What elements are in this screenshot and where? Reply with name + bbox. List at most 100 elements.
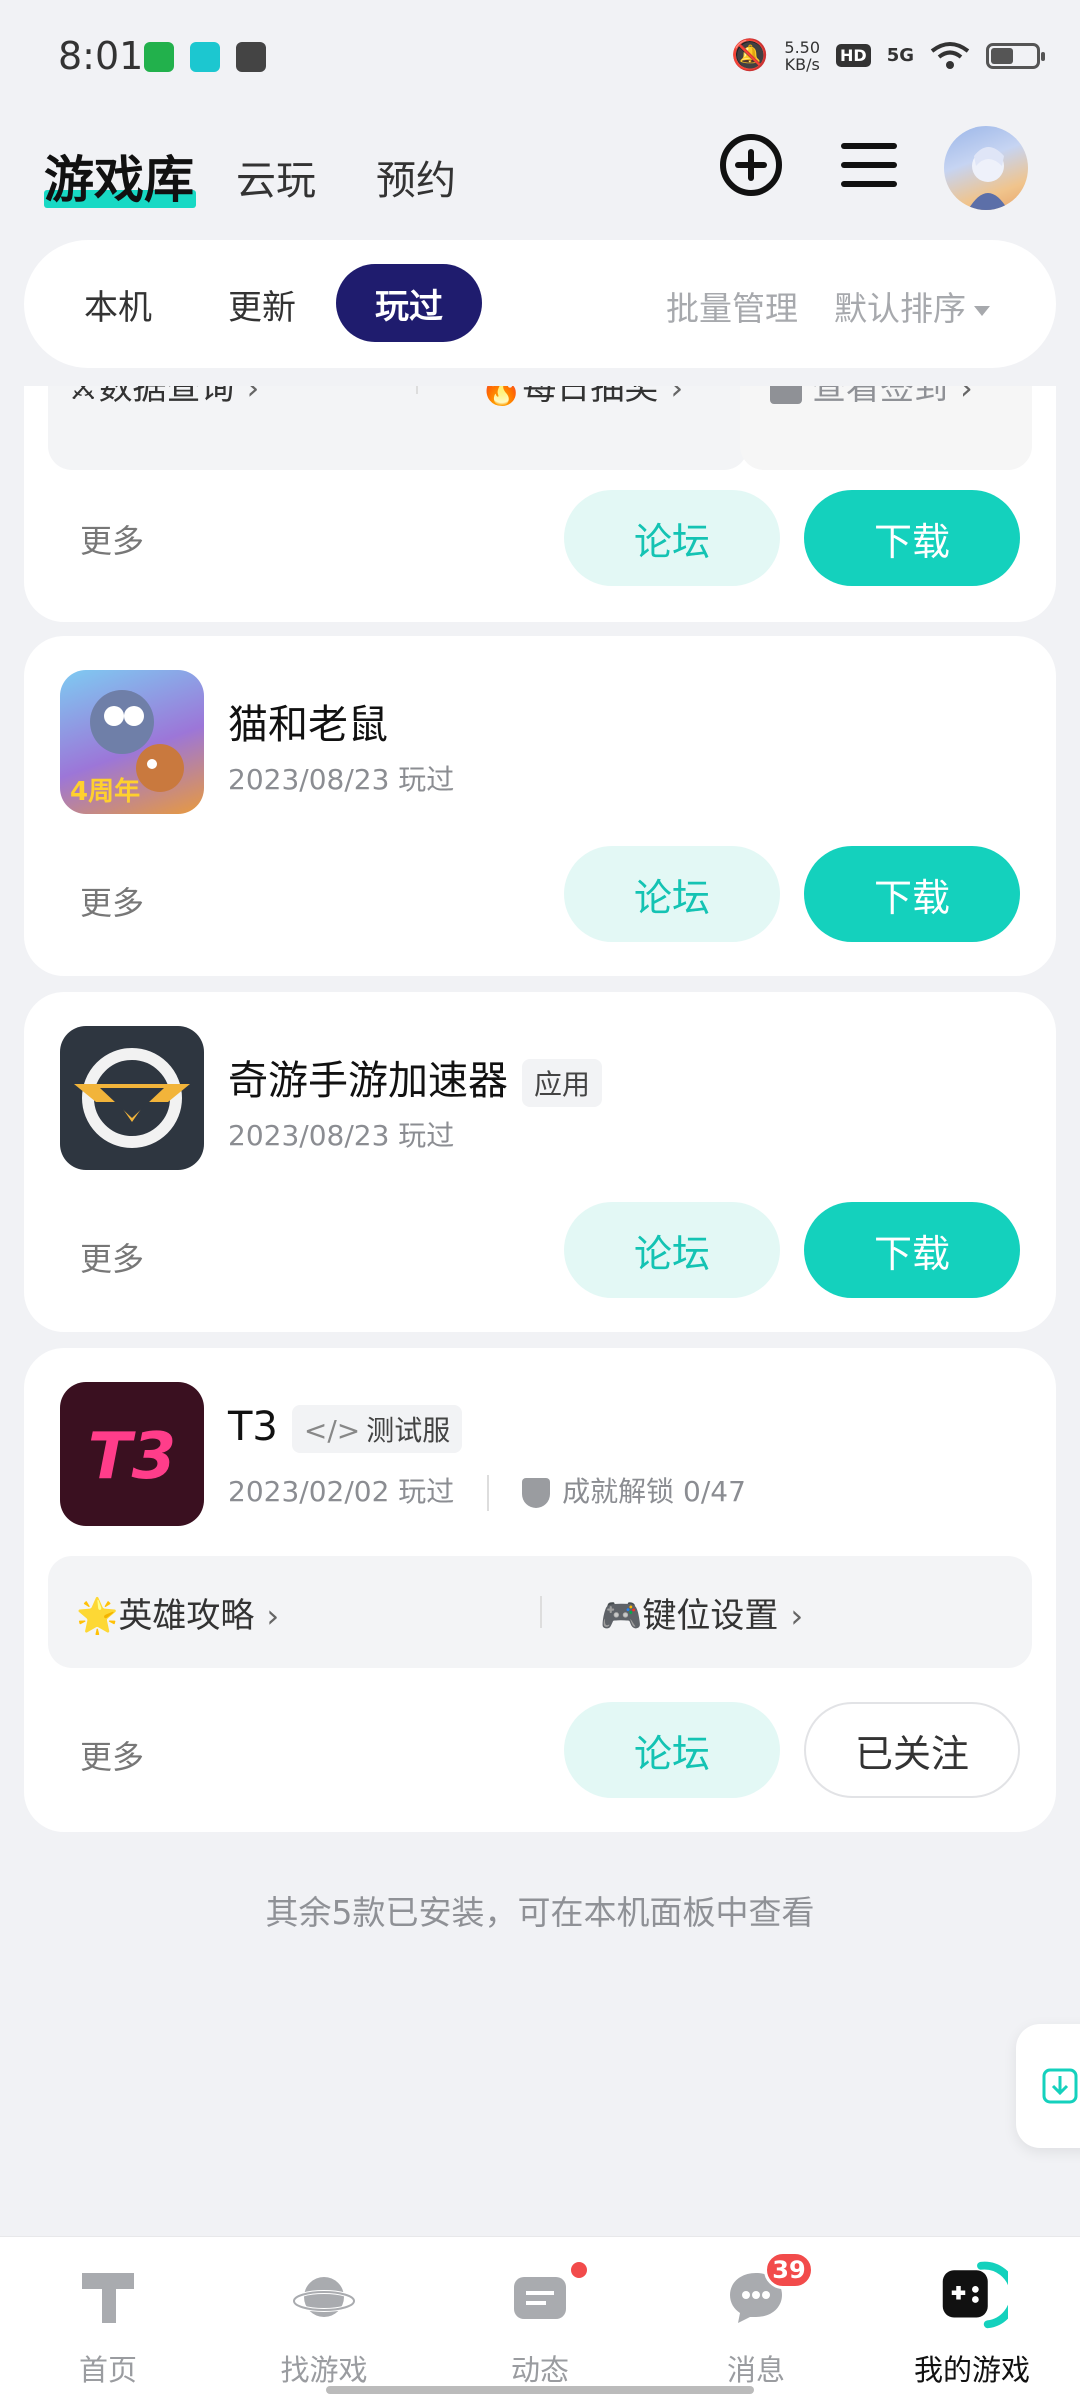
gamepad-icon bbox=[942, 2261, 1008, 2329]
avatar[interactable] bbox=[944, 126, 1028, 210]
nav-find-games[interactable]: 找游戏 bbox=[216, 2237, 432, 2400]
following-button[interactable]: 已关注 bbox=[804, 1702, 1020, 1798]
feed-icon bbox=[514, 2277, 566, 2319]
game-card: 奇游手游加速器 应用 2023/08/23 玩过 更多 论坛 下载 bbox=[24, 992, 1056, 1332]
nav-label: 消息 bbox=[726, 2353, 785, 2387]
more-button[interactable]: 更多 bbox=[80, 878, 144, 924]
page-title[interactable]: 游戏库 bbox=[44, 140, 194, 212]
subtab-bar: 本机 更新 玩过 批量管理 默认排序 bbox=[24, 240, 1056, 368]
status-time: 8:01 bbox=[58, 34, 144, 78]
achievement-progress: 成就解锁 0/47 bbox=[562, 1475, 746, 1508]
tab-cloud-play[interactable]: 云玩 bbox=[236, 148, 316, 206]
nav-my-games[interactable]: 我的游戏 bbox=[864, 2237, 1080, 2400]
mute-bell-icon: 🔕 bbox=[731, 38, 769, 73]
subtab-played[interactable]: 玩过 bbox=[336, 264, 482, 342]
game-title[interactable]: 奇游手游加速器 应用 bbox=[228, 1048, 603, 1107]
swords-icon: ⚔ bbox=[68, 386, 99, 408]
forum-button[interactable]: 论坛 bbox=[564, 1702, 780, 1798]
wifi-icon bbox=[930, 41, 970, 69]
anniversary-badge: 4周年 bbox=[70, 776, 140, 807]
home-tap-icon bbox=[82, 2273, 134, 2323]
nav-label: 动态 bbox=[510, 2353, 569, 2387]
more-button[interactable]: 更多 bbox=[80, 1234, 144, 1280]
game-card: T3 T3 </> 测试服 2023/02/02 玩过 成就解锁 0/47 🌟英雄攻… bbox=[24, 1348, 1056, 1832]
star-icon: 🌟 bbox=[76, 1596, 119, 1636]
game-title-text: 奇游手游加速器 bbox=[228, 1058, 508, 1104]
sort-dropdown[interactable]: 默认排序 bbox=[834, 282, 990, 330]
quick-action-row-right: 查看签到 › bbox=[740, 386, 1032, 470]
played-date: 2023/08/23 玩过 bbox=[228, 763, 455, 796]
installed-games-note: 其余5款已安装，可在本机面板中查看 bbox=[265, 1893, 815, 1932]
data-query-link[interactable]: ⚔数据查询 › bbox=[68, 386, 259, 409]
forum-button[interactable]: 论坛 bbox=[564, 846, 780, 942]
floating-download-button[interactable] bbox=[1016, 2024, 1080, 2148]
chevron-right-icon: › bbox=[790, 1597, 804, 1635]
divider bbox=[416, 386, 418, 394]
qiyou-accelerator-icon[interactable] bbox=[60, 1026, 204, 1170]
chevron-right-icon: › bbox=[670, 386, 684, 407]
chevron-right-icon: › bbox=[266, 1597, 280, 1635]
key-mapping-link[interactable]: 🎮键位设置 › bbox=[600, 1588, 803, 1637]
nav-home[interactable]: 首页 bbox=[0, 2237, 216, 2400]
check-in-link[interactable]: 查看签到 › bbox=[770, 386, 973, 409]
hd-icon: HD bbox=[836, 44, 871, 67]
download-tray-icon bbox=[1042, 2068, 1078, 2104]
chevron-right-icon: › bbox=[960, 386, 973, 407]
seven-app-icon bbox=[144, 42, 174, 72]
game-title[interactable]: T3 </> 测试服 bbox=[228, 1404, 463, 1453]
planet-icon bbox=[292, 2277, 356, 2317]
app-tag: 应用 bbox=[522, 1059, 603, 1107]
hero-guide-link[interactable]: 🌟英雄攻略 › bbox=[76, 1588, 279, 1637]
sort-label: 默认排序 bbox=[834, 289, 966, 328]
daily-lottery-link[interactable]: 🔥每日抽奖 › bbox=[480, 386, 683, 409]
fire-icon: 🔥 bbox=[480, 386, 523, 408]
nav-feed[interactable]: 动态 bbox=[432, 2237, 648, 2400]
quick-action-row: 🌟英雄攻略 › 🎮键位设置 › bbox=[48, 1556, 1032, 1668]
menu-icon[interactable] bbox=[836, 132, 902, 198]
tab-reservation[interactable]: 预约 bbox=[376, 148, 456, 206]
network-speed: 5.50 KB/s bbox=[784, 37, 821, 74]
svg-text:T3: T3 bbox=[88, 1420, 176, 1494]
home-indicator[interactable] bbox=[326, 2386, 754, 2394]
nav-label: 首页 bbox=[78, 2353, 137, 2387]
signal-5g-icon: 5G bbox=[886, 45, 914, 66]
subtab-local[interactable]: 本机 bbox=[84, 280, 152, 329]
add-circle-icon[interactable] bbox=[718, 132, 784, 198]
played-date: 2023/02/02 玩过 成就解锁 0/47 bbox=[228, 1470, 746, 1511]
game-card: ⚔数据查询 › 🔥每日抽奖 › 查看签到 › 更多 论坛 下载 bbox=[24, 386, 1056, 622]
download-button[interactable]: 下载 bbox=[804, 1202, 1020, 1298]
code-icon: </> bbox=[303, 1414, 361, 1447]
unread-count-badge: 39 bbox=[764, 2251, 814, 2289]
tom-and-jerry-icon[interactable]: 4周年 bbox=[60, 670, 204, 814]
subtab-update[interactable]: 更新 bbox=[228, 280, 296, 329]
nav-messages[interactable]: 39 消息 bbox=[648, 2237, 864, 2400]
played-date: 2023/08/23 玩过 bbox=[228, 1119, 455, 1152]
divider bbox=[487, 1475, 490, 1511]
batch-manage-button[interactable]: 批量管理 bbox=[666, 282, 798, 330]
status-bar: 8:01 🔕 5.50 KB/s HD 5G bbox=[0, 0, 1080, 110]
header: 游戏库 云玩 预约 bbox=[0, 120, 1080, 230]
quick-action-row: ⚔数据查询 › 🔥每日抽奖 › bbox=[48, 386, 748, 470]
trophy-icon bbox=[522, 1478, 551, 1508]
nav-label: 我的游戏 bbox=[913, 2353, 1030, 2387]
more-button[interactable]: 更多 bbox=[80, 516, 144, 562]
game-title[interactable]: 猫和老鼠 bbox=[228, 692, 388, 750]
bottom-nav: 首页 找游戏 动态 39 消息 我的游戏 bbox=[0, 2236, 1080, 2400]
chat-app-icon bbox=[236, 42, 266, 72]
download-button[interactable]: 下载 bbox=[804, 846, 1020, 942]
more-button[interactable]: 更多 bbox=[80, 1732, 144, 1778]
game-title-text: T3 bbox=[228, 1404, 278, 1450]
notification-dot bbox=[568, 2259, 590, 2281]
download-button[interactable]: 下载 bbox=[804, 490, 1020, 586]
game-card: 4周年 猫和老鼠 2023/08/23 玩过 更多 论坛 下载 bbox=[24, 636, 1056, 976]
played-date-text: 2023/02/02 玩过 bbox=[228, 1475, 455, 1508]
nav-label: 找游戏 bbox=[280, 2353, 368, 2387]
forum-button[interactable]: 论坛 bbox=[564, 1202, 780, 1298]
gift-icon bbox=[770, 386, 802, 404]
t3-game-icon[interactable]: T3 bbox=[60, 1382, 204, 1526]
gamepad-small-icon: 🎮 bbox=[600, 1596, 643, 1636]
battery-icon bbox=[986, 42, 1045, 69]
tap-app-icon bbox=[190, 42, 220, 72]
test-server-tag: </> 测试服 bbox=[291, 1405, 463, 1453]
forum-button[interactable]: 论坛 bbox=[564, 490, 780, 586]
